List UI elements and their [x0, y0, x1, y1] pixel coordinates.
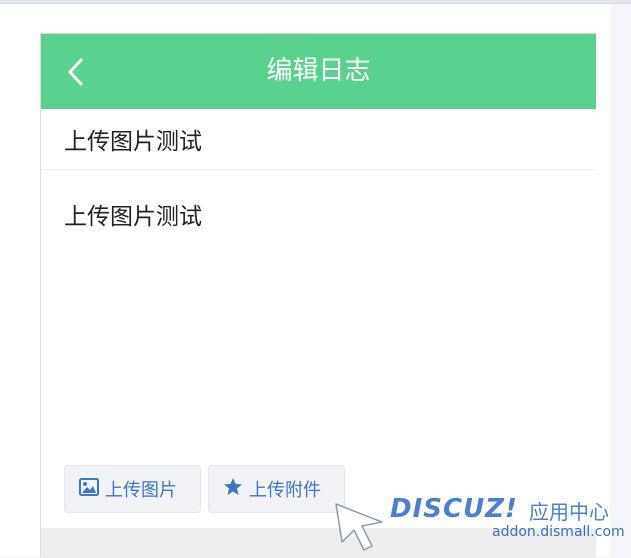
watermark: DISCUZ! 应用中心 addon.dismall.com: [332, 490, 625, 552]
upload-image-button[interactable]: 上传图片: [64, 465, 201, 513]
watermark-app-center: 应用中心: [529, 500, 609, 524]
cursor-arrow-icon: [335, 503, 383, 551]
upload-attachment-button[interactable]: 上传附件: [208, 465, 345, 513]
upload-image-label: 上传图片: [105, 480, 177, 501]
image-icon: [79, 477, 99, 501]
header-bar: 编辑日志: [41, 34, 596, 109]
title-input[interactable]: [41, 109, 596, 170]
watermark-url: addon.dismall.com: [492, 524, 625, 540]
upload-attachment-label: 上传附件: [249, 480, 321, 501]
star-icon: [223, 477, 243, 502]
content-textarea[interactable]: 上传图片测试: [41, 171, 596, 456]
page-title: 编辑日志: [266, 56, 371, 86]
watermark-logo: DISCUZ!: [390, 494, 518, 524]
mobile-editor-frame: 编辑日志 上传图片测试 上传图片 上传附件: [40, 33, 596, 558]
